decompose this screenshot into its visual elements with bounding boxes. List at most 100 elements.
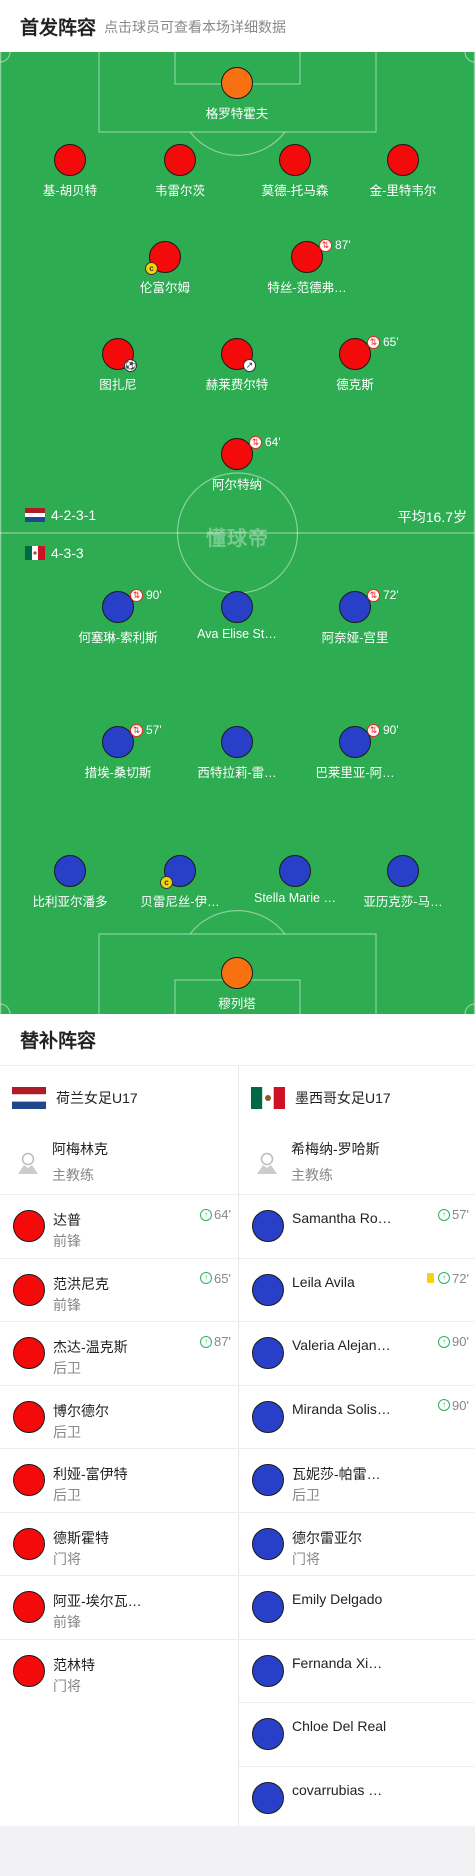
away-player[interactable]: ⇅ 90' 巴莱里亚-阿… — [295, 723, 415, 781]
away-substitute-row[interactable]: 瓦妮莎-帕雷… 后卫 — [239, 1448, 475, 1512]
away-bench-column: 墨西哥女足U17 希梅纳-罗哈斯 主教练 Samantha Ro… ↑ 57' Lei… — [238, 1066, 475, 1826]
substitute-name: Miranda Solis… — [292, 1400, 391, 1417]
sub-in-marker: ↑ 90' — [438, 1334, 469, 1349]
substitute-name: 博尔德尔 — [53, 1402, 109, 1419]
sub-in-marker: ↑ 57' — [438, 1207, 469, 1222]
player-name: 韦雷尔茨 — [154, 184, 205, 198]
substitute-position: 后卫 — [292, 1487, 320, 1503]
player-name: 特丝-范德弗… — [267, 281, 347, 295]
home-player[interactable]: 莫德-托马森 — [235, 144, 355, 199]
player-name: 阿尔特纳 — [211, 478, 262, 492]
away-substitute-row[interactable]: Samantha Ro… ↑ 57' — [239, 1194, 475, 1258]
coach-name: 阿梅林克 — [52, 1141, 108, 1157]
sub-out-icon: ⇅ — [367, 723, 380, 737]
home-formation: 4-2-3-1 — [51, 507, 97, 523]
home-team-name: 荷兰女足U17 — [56, 1090, 138, 1106]
bench-section: 荷兰女足U17 阿梅林克 主教练 达普 前锋 ↑ 64' 范洪尼克 前锋 ↑ 65' 杰达-温克… — [0, 1066, 475, 1826]
away-substitute-row[interactable]: 德尔雷亚尔 门将 — [239, 1511, 475, 1576]
player-kit-icon — [13, 1400, 45, 1433]
sub-in-icon: ↑ — [438, 1335, 451, 1348]
substitute-name: 利娅-富伊特 — [53, 1466, 128, 1482]
home-player[interactable]: ⇅ 64' 阿尔特纳 — [177, 435, 297, 493]
average-age: 平均16.7岁 — [397, 509, 467, 525]
away-substitute-row[interactable]: Emily Delgado — [239, 1575, 475, 1639]
player-name: 西特拉莉-雷… — [197, 766, 277, 780]
sub-minute: 87' — [335, 238, 351, 252]
substitution-marker: ⇅ 64' — [249, 435, 281, 449]
away-player[interactable]: 比利亚尔潘多 — [10, 855, 130, 910]
coach-role: 主教练 — [291, 1167, 333, 1183]
sub-minute: 65' — [383, 335, 399, 349]
player-kit-icon: ⇅ 64' — [221, 435, 281, 470]
away-player[interactable]: 亚历克莎-马… — [343, 855, 463, 910]
home-substitute-row[interactable]: 德斯霍特 门将 — [0, 1511, 237, 1576]
home-player[interactable]: 韦雷尔茨 — [120, 144, 240, 199]
player-kit-icon: ↗ — [221, 338, 256, 372]
home-player[interactable]: ⇅ 87' 特丝-范德弗… — [247, 238, 367, 296]
away-player[interactable]: 西特拉莉-雷… — [177, 726, 297, 781]
coach-name: 希梅纳-罗哈斯 — [291, 1141, 380, 1157]
player-kit-icon — [252, 1781, 284, 1814]
away-player[interactable]: ⇅ 57' 措埃-桑切斯 — [58, 723, 178, 781]
substitute-name: 德尔雷亚尔 — [292, 1529, 362, 1546]
away-team-header[interactable]: 墨西哥女足U17 — [239, 1066, 475, 1130]
player-kit-icon — [252, 1464, 284, 1496]
player-kit-icon: ⚽ — [102, 338, 137, 372]
home-player[interactable]: 格罗特霍夫 — [177, 67, 297, 122]
player-kit-icon — [54, 855, 86, 887]
sub-out-icon: ⇅ — [130, 723, 143, 737]
bench-title: 替补阵容 — [0, 1014, 475, 1066]
home-substitute-row[interactable]: 范洪尼克前锋 ↑ 65' — [0, 1257, 237, 1322]
sub-in-marker: ↑ 72' — [427, 1271, 469, 1286]
player-kit-icon — [13, 1654, 45, 1687]
substitute-name: 范洪尼克 — [53, 1275, 109, 1292]
away-substitute-row[interactable]: covarrubias … — [239, 1765, 475, 1830]
home-player[interactable]: ↗ 赫莱费尔特 — [177, 338, 297, 393]
home-player[interactable]: 金-里特韦尔 — [343, 144, 463, 199]
pitch: 懂球帝 4-2-3-1 平均16.7岁 4-3-3 格罗特霍夫 基-胡贝特 韦雷尔茨… — [0, 52, 475, 1014]
captain-badge-icon: c — [160, 876, 173, 889]
away-substitute-row[interactable]: Leila Avila ↑ 72' — [239, 1257, 475, 1322]
home-player[interactable]: ⚽ 图扎尼 — [58, 338, 178, 393]
substitute-position: 后卫 — [53, 1487, 81, 1503]
substitute-position: 后卫 — [53, 1360, 81, 1376]
away-substitute-row[interactable]: Fernanda Xi… — [239, 1638, 475, 1703]
sub-out-icon: ⇅ — [367, 588, 380, 602]
home-substitute-row[interactable]: 范林特 门将 — [0, 1638, 237, 1703]
home-player[interactable]: c 伦富尔姆 — [105, 241, 225, 296]
home-substitute-row[interactable]: 利娅-富伊特 后卫 — [0, 1448, 237, 1512]
home-substitute-row[interactable]: 达普 前锋 ↑ 64' — [0, 1194, 237, 1258]
player-name: 格罗特霍夫 — [205, 107, 269, 121]
home-player[interactable]: ⇅ 65' 德克斯 — [295, 335, 415, 393]
netherlands-flag-icon — [25, 508, 45, 522]
sub-out-icon: ⇅ — [319, 238, 332, 252]
sub-in-marker: ↑ 65' — [200, 1271, 231, 1286]
home-player[interactable]: 基-胡贝特 — [10, 144, 130, 199]
away-coach[interactable]: 希梅纳-罗哈斯 主教练 — [239, 1130, 475, 1194]
lineup-header: 首发阵容 点击球员可查看本场详细数据 — [0, 0, 475, 52]
home-substitute-row[interactable]: 阿亚-埃尔瓦… 前锋 — [0, 1575, 237, 1639]
substitute-position: 前锋 — [53, 1296, 81, 1313]
page-title: 首发阵容 — [20, 17, 97, 39]
away-player[interactable]: c 贝雷尼丝-伊… — [120, 855, 240, 910]
substitute-position: 前锋 — [53, 1233, 81, 1249]
sub-minute: 90' — [146, 588, 162, 602]
away-player[interactable]: ⇅ 90' 何塞琳-索利斯 — [58, 588, 178, 646]
sub-in-marker: ↑ 87' — [200, 1334, 231, 1349]
player-kit-icon — [164, 144, 196, 176]
away-substitute-row[interactable]: Valeria Alejan… ↑ 90' — [239, 1321, 475, 1385]
player-name: Stella Marie … — [254, 891, 336, 905]
home-team-header[interactable]: 荷兰女足U17 — [0, 1066, 237, 1130]
away-player[interactable]: ⇅ 72' 阿奈娅-宫里 — [295, 588, 415, 646]
home-coach[interactable]: 阿梅林克 主教练 — [0, 1130, 237, 1194]
away-player[interactable]: Stella Marie … — [235, 855, 355, 905]
away-player[interactable]: 穆列塔 — [177, 957, 297, 1012]
away-substitute-row[interactable]: Chloe Del Real — [239, 1702, 475, 1766]
substitute-name: 瓦妮莎-帕雷… — [292, 1466, 381, 1482]
away-substitute-row[interactable]: Miranda Solis… ↑ 90' — [239, 1384, 475, 1449]
substitution-marker: ⇅ 57' — [130, 723, 162, 737]
away-player[interactable]: Ava Elise St… — [177, 591, 297, 641]
home-substitute-row[interactable]: 杰达-温克斯 后卫 ↑ 87' — [0, 1321, 237, 1385]
home-substitute-row[interactable]: 博尔德尔 后卫 — [0, 1384, 237, 1449]
player-kit-icon — [252, 1591, 284, 1623]
